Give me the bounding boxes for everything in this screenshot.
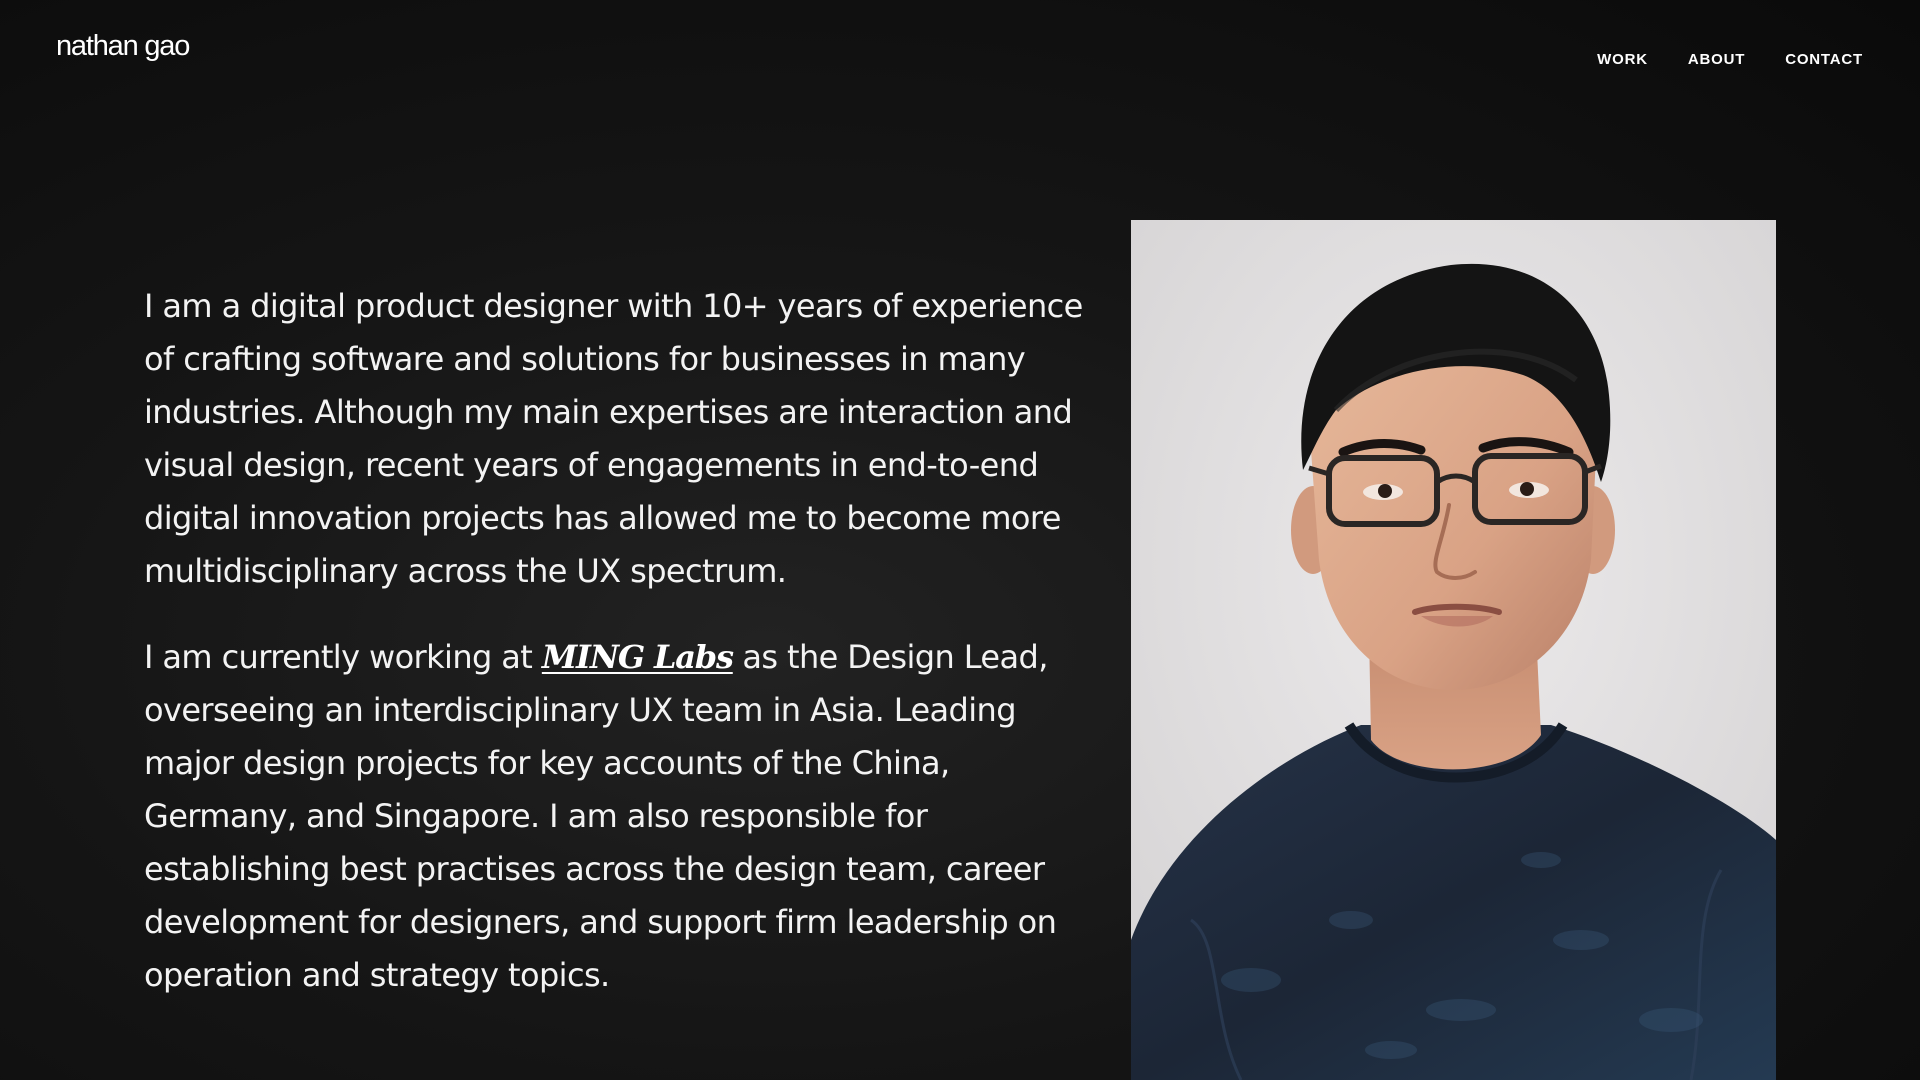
portrait-photo [1131, 220, 1776, 1080]
nav-contact-link[interactable]: CONTACT [1785, 51, 1863, 68]
main-nav: WORK ABOUT CONTACT [1597, 51, 1863, 68]
bio-paragraph-2-intro: I am currently working at [144, 638, 542, 676]
nav-about-link[interactable]: ABOUT [1688, 51, 1745, 68]
bio-paragraph-2: I am currently working at MING Labs as t… [144, 631, 1084, 1002]
site-logo[interactable]: nathan gao [56, 30, 190, 63]
about-page: nathan gao WORK ABOUT CONTACT I am a dig… [0, 0, 1920, 1080]
bio-paragraph-1: I am a digital product designer with 10+… [144, 287, 1083, 590]
bio-section: I am a digital product designer with 10+… [144, 280, 1084, 1035]
company-link[interactable]: MING Labs [542, 638, 734, 676]
bio-paragraph-2-rest: as the Design Lead, overseeing an interd… [144, 638, 1057, 994]
nav-work-link[interactable]: WORK [1597, 51, 1648, 68]
portrait-illustration [1131, 220, 1776, 1080]
